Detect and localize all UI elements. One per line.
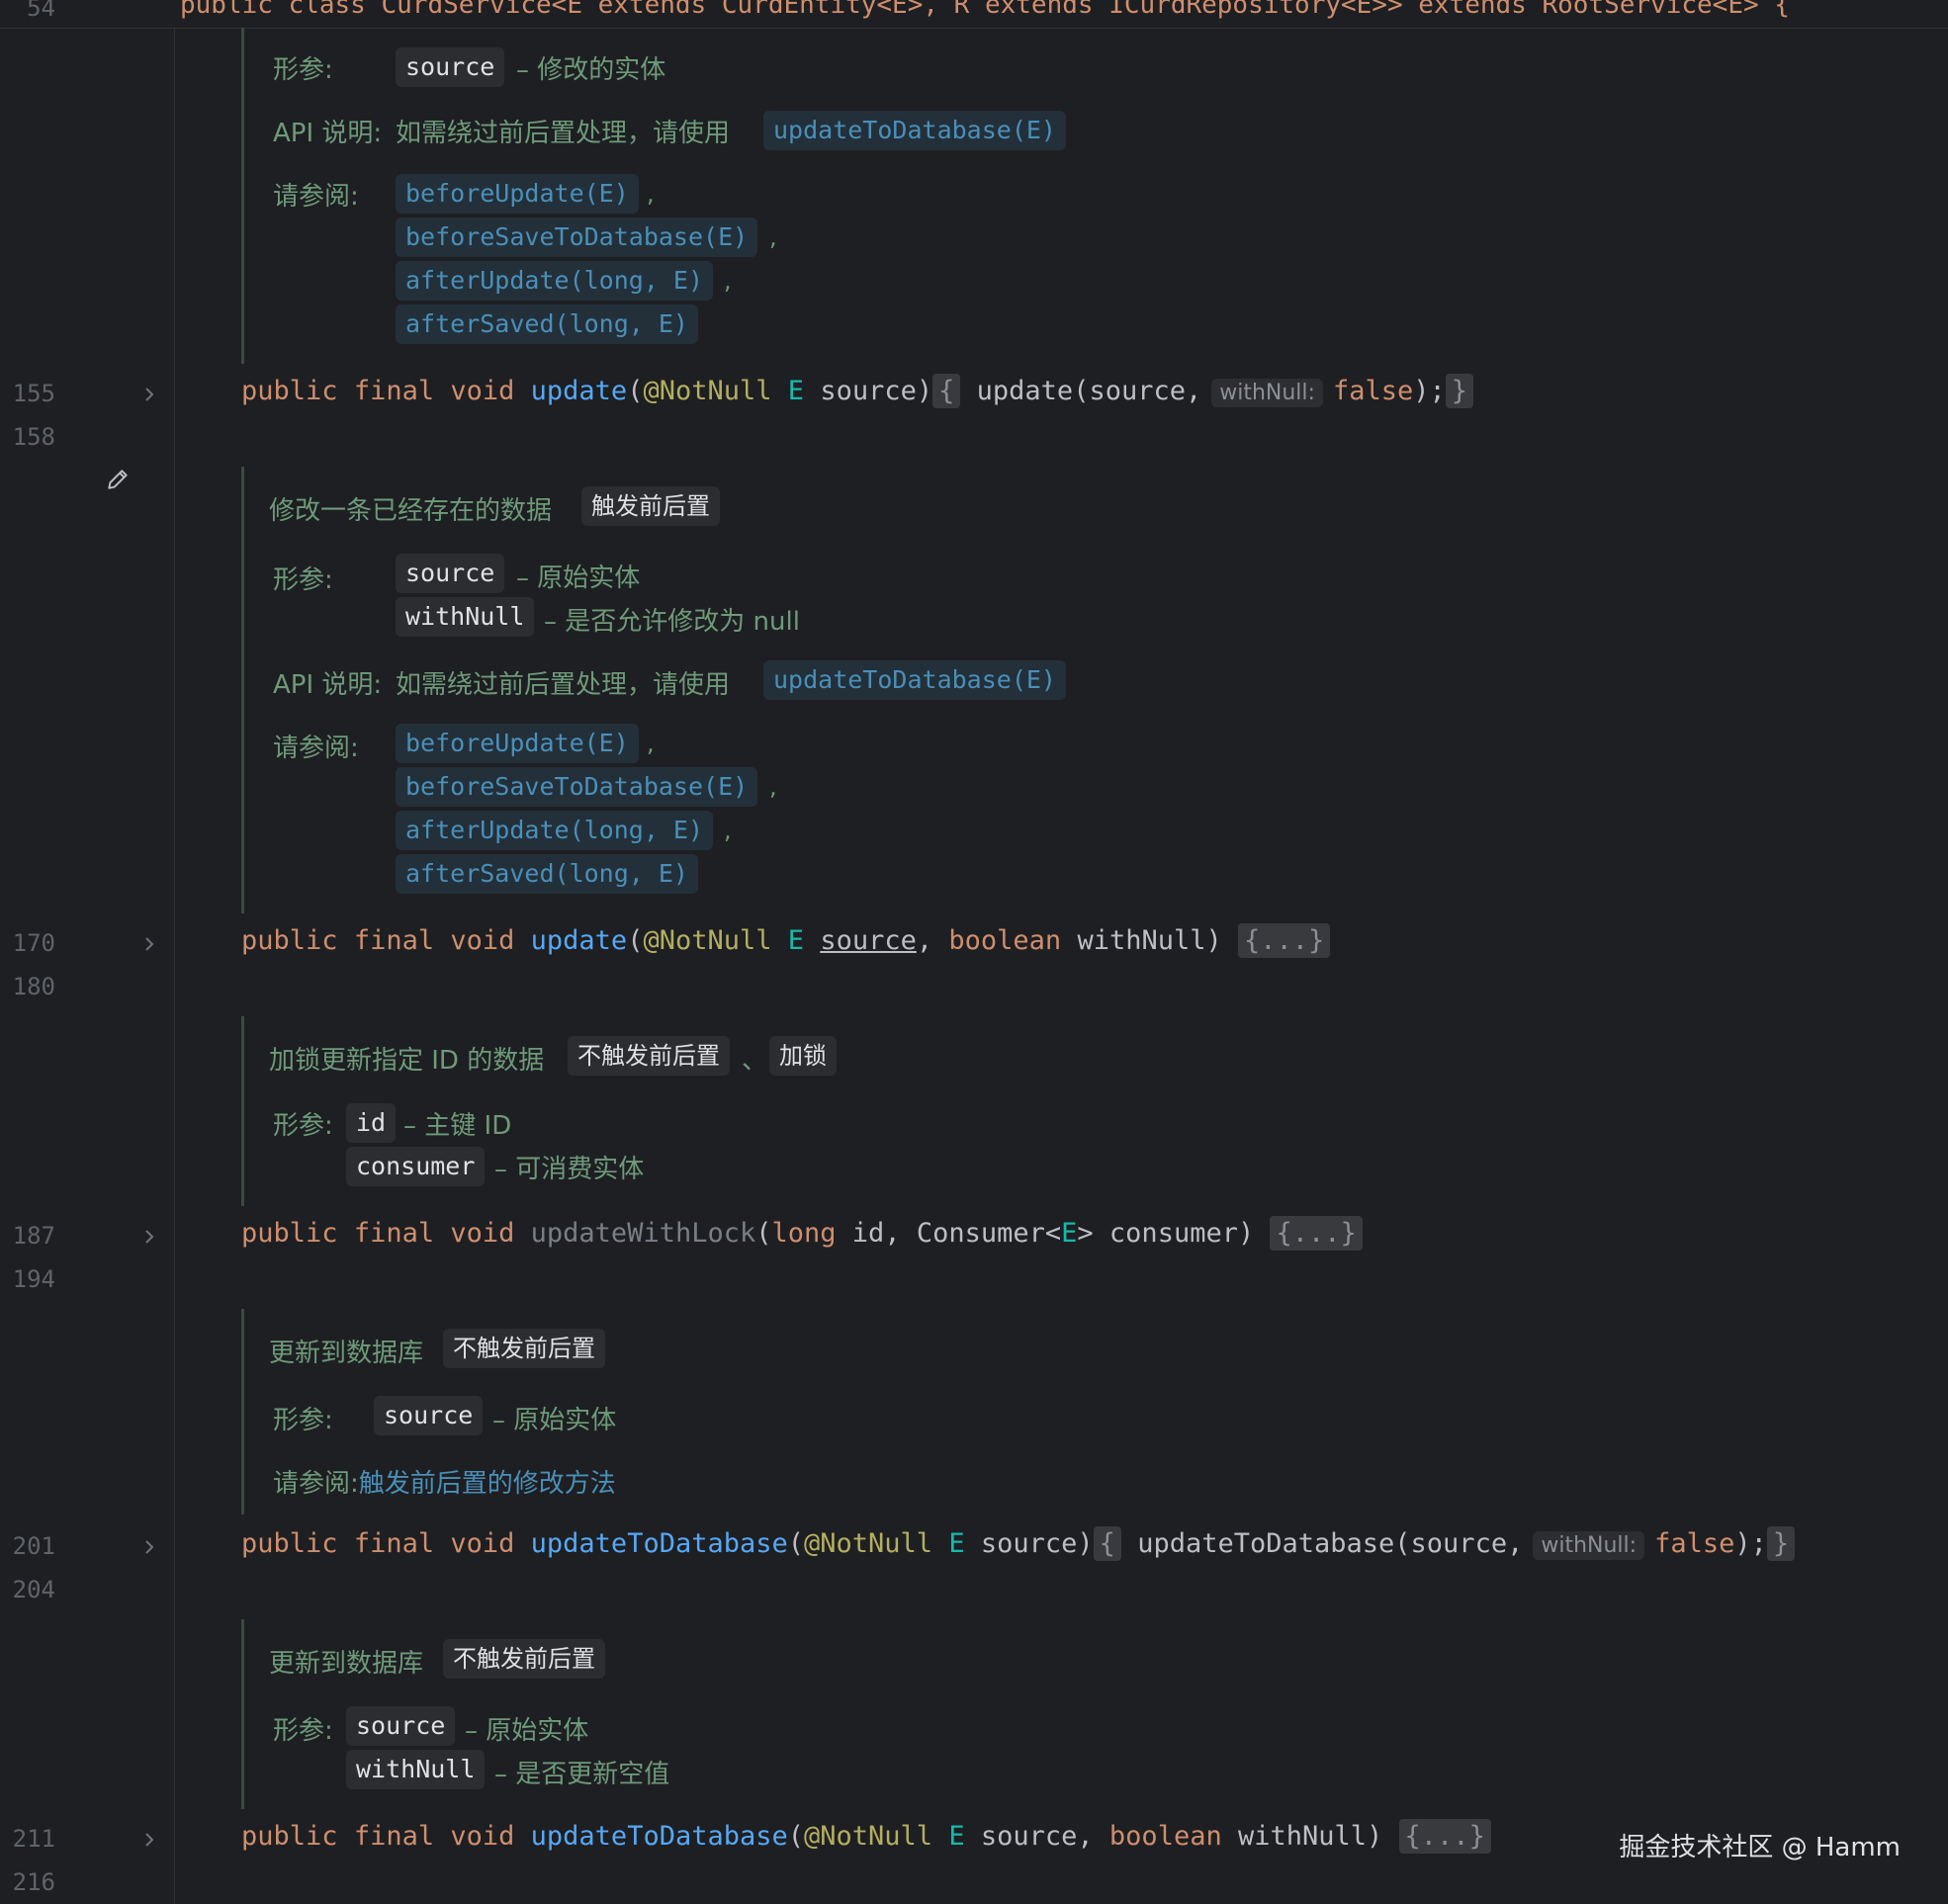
- doc-label-params: 形参:: [273, 1111, 333, 1141]
- param-desc: – 原始实体: [492, 1406, 617, 1435]
- param-chip: source: [396, 47, 505, 87]
- see-link[interactable]: beforeUpdate(E): [396, 174, 639, 214]
- tag-chip: 不触发前后置: [443, 1639, 605, 1679]
- see-link[interactable]: afterUpdate(long, E): [396, 261, 714, 301]
- watermark: 掘金技术社区 @ Hamm: [1619, 1833, 1901, 1862]
- api-text: 如需绕过前后置处理，请使用: [396, 670, 731, 700]
- param-chip: source: [346, 1706, 456, 1746]
- code-line-170[interactable]: public final void update(@NotNull E sour…: [241, 923, 1331, 958]
- line-number: 201: [12, 1532, 55, 1560]
- line-number: 194: [12, 1265, 55, 1293]
- chevron-right-icon[interactable]: [141, 387, 157, 402]
- see-link[interactable]: 触发前后置的修改方法: [359, 1469, 616, 1499]
- tag-chip: 加锁: [769, 1036, 837, 1076]
- doc-summary: 更新到数据库: [269, 1649, 424, 1679]
- see-link[interactable]: beforeSaveToDatabase(E): [396, 217, 758, 257]
- api-link[interactable]: updateToDatabase(E): [763, 660, 1066, 700]
- folded-body: {...}: [1398, 1819, 1491, 1854]
- tag-separator: 、: [742, 1046, 768, 1076]
- doc-label-params: 形参:: [273, 55, 333, 85]
- param-desc: – 是否更新空值: [494, 1760, 670, 1789]
- line-number: 211: [12, 1825, 55, 1853]
- doc-comment-1: [241, 28, 244, 364]
- comma: ,: [769, 223, 777, 251]
- param-desc: – 原始实体: [465, 1716, 589, 1746]
- param-chip: id: [346, 1103, 397, 1143]
- comma: ,: [769, 773, 777, 801]
- code-editor[interactable]: 54 public class CurdService<E extends Cu…: [0, 0, 1948, 1904]
- doc-label-see: 请参阅:: [273, 734, 359, 763]
- see-link[interactable]: afterSaved(long, E): [396, 304, 698, 344]
- api-link[interactable]: updateToDatabase(E): [763, 111, 1066, 150]
- class-declaration: public class CurdService<E extends CurdE…: [180, 0, 1790, 20]
- doc-comment-5: [241, 1619, 244, 1809]
- doc-summary: 加锁更新指定 ID 的数据: [269, 1046, 545, 1076]
- doc-summary: 修改一条已经存在的数据: [269, 496, 553, 526]
- doc-label-params: 形参:: [273, 565, 333, 595]
- code-line-201[interactable]: public final void updateToDatabase(@NotN…: [241, 1526, 1796, 1561]
- code-line-187[interactable]: public final void updateWithLock(long id…: [241, 1216, 1363, 1251]
- doc-label-params: 形参:: [273, 1406, 333, 1435]
- chevron-right-icon[interactable]: [141, 1832, 157, 1848]
- param-desc: – 原始实体: [516, 563, 641, 593]
- line-number: 158: [12, 423, 55, 451]
- tag-chip: 触发前后置: [581, 486, 720, 526]
- param-chip: withNull: [396, 597, 535, 637]
- param-desc: – 是否允许修改为 null: [544, 607, 800, 637]
- folded-body: {...}: [1270, 1216, 1363, 1251]
- doc-comment-4: [241, 1309, 244, 1515]
- doc-label-api: API 说明:: [273, 119, 383, 148]
- param-chip: source: [396, 554, 505, 593]
- folded-body: {...}: [1238, 923, 1331, 958]
- param-chip: withNull: [346, 1750, 486, 1789]
- line-number: 180: [12, 973, 55, 1000]
- comma: ,: [724, 817, 732, 844]
- doc-label-see: 请参阅:: [273, 182, 359, 212]
- code-line-155[interactable]: public final void update(@NotNull E sour…: [241, 374, 1474, 408]
- see-link[interactable]: beforeSaveToDatabase(E): [396, 767, 758, 807]
- comma: ,: [647, 730, 655, 757]
- comma: ,: [724, 267, 732, 295]
- param-desc: – 修改的实体: [516, 55, 666, 85]
- line-number: 216: [12, 1868, 55, 1896]
- chevron-right-icon[interactable]: [141, 1539, 157, 1555]
- param-desc: – 主键 ID: [403, 1111, 512, 1141]
- inlay-hint: withNull:: [1533, 1531, 1645, 1560]
- chevron-right-icon[interactable]: [141, 1229, 157, 1245]
- code-line-211[interactable]: public final void updateToDatabase(@NotN…: [241, 1819, 1491, 1854]
- param-chip: consumer: [346, 1147, 486, 1186]
- line-number: 54: [27, 0, 55, 22]
- line-number: 204: [12, 1576, 55, 1603]
- line-number: 170: [12, 929, 55, 957]
- doc-summary: 更新到数据库: [269, 1339, 424, 1368]
- comma: ,: [647, 180, 655, 208]
- doc-comment-2: [241, 467, 244, 913]
- line-number: 155: [12, 380, 55, 407]
- see-link[interactable]: beforeUpdate(E): [396, 724, 639, 763]
- api-text: 如需绕过前后置处理，请使用: [396, 119, 731, 148]
- gutter-divider: [174, 28, 175, 1904]
- chevron-right-icon[interactable]: [141, 936, 157, 952]
- doc-label-api: API 说明:: [273, 670, 383, 700]
- param-chip: source: [374, 1396, 484, 1435]
- see-link[interactable]: afterUpdate(long, E): [396, 811, 714, 850]
- doc-comment-3: [241, 1016, 244, 1206]
- tag-chip: 不触发前后置: [443, 1329, 605, 1368]
- doc-label-see: 请参阅:触发前后置的修改方法: [273, 1469, 616, 1499]
- tag-chip: 不触发前后置: [568, 1036, 730, 1076]
- see-link[interactable]: afterSaved(long, E): [396, 854, 698, 894]
- sticky-class-header[interactable]: 54 public class CurdService<E extends Cu…: [0, 0, 1948, 29]
- line-number: 187: [12, 1222, 55, 1250]
- param-desc: – 可消费实体: [494, 1155, 645, 1184]
- pencil-icon[interactable]: [105, 467, 131, 492]
- doc-label-params: 形参:: [273, 1716, 333, 1746]
- inlay-hint: withNull:: [1211, 379, 1323, 407]
